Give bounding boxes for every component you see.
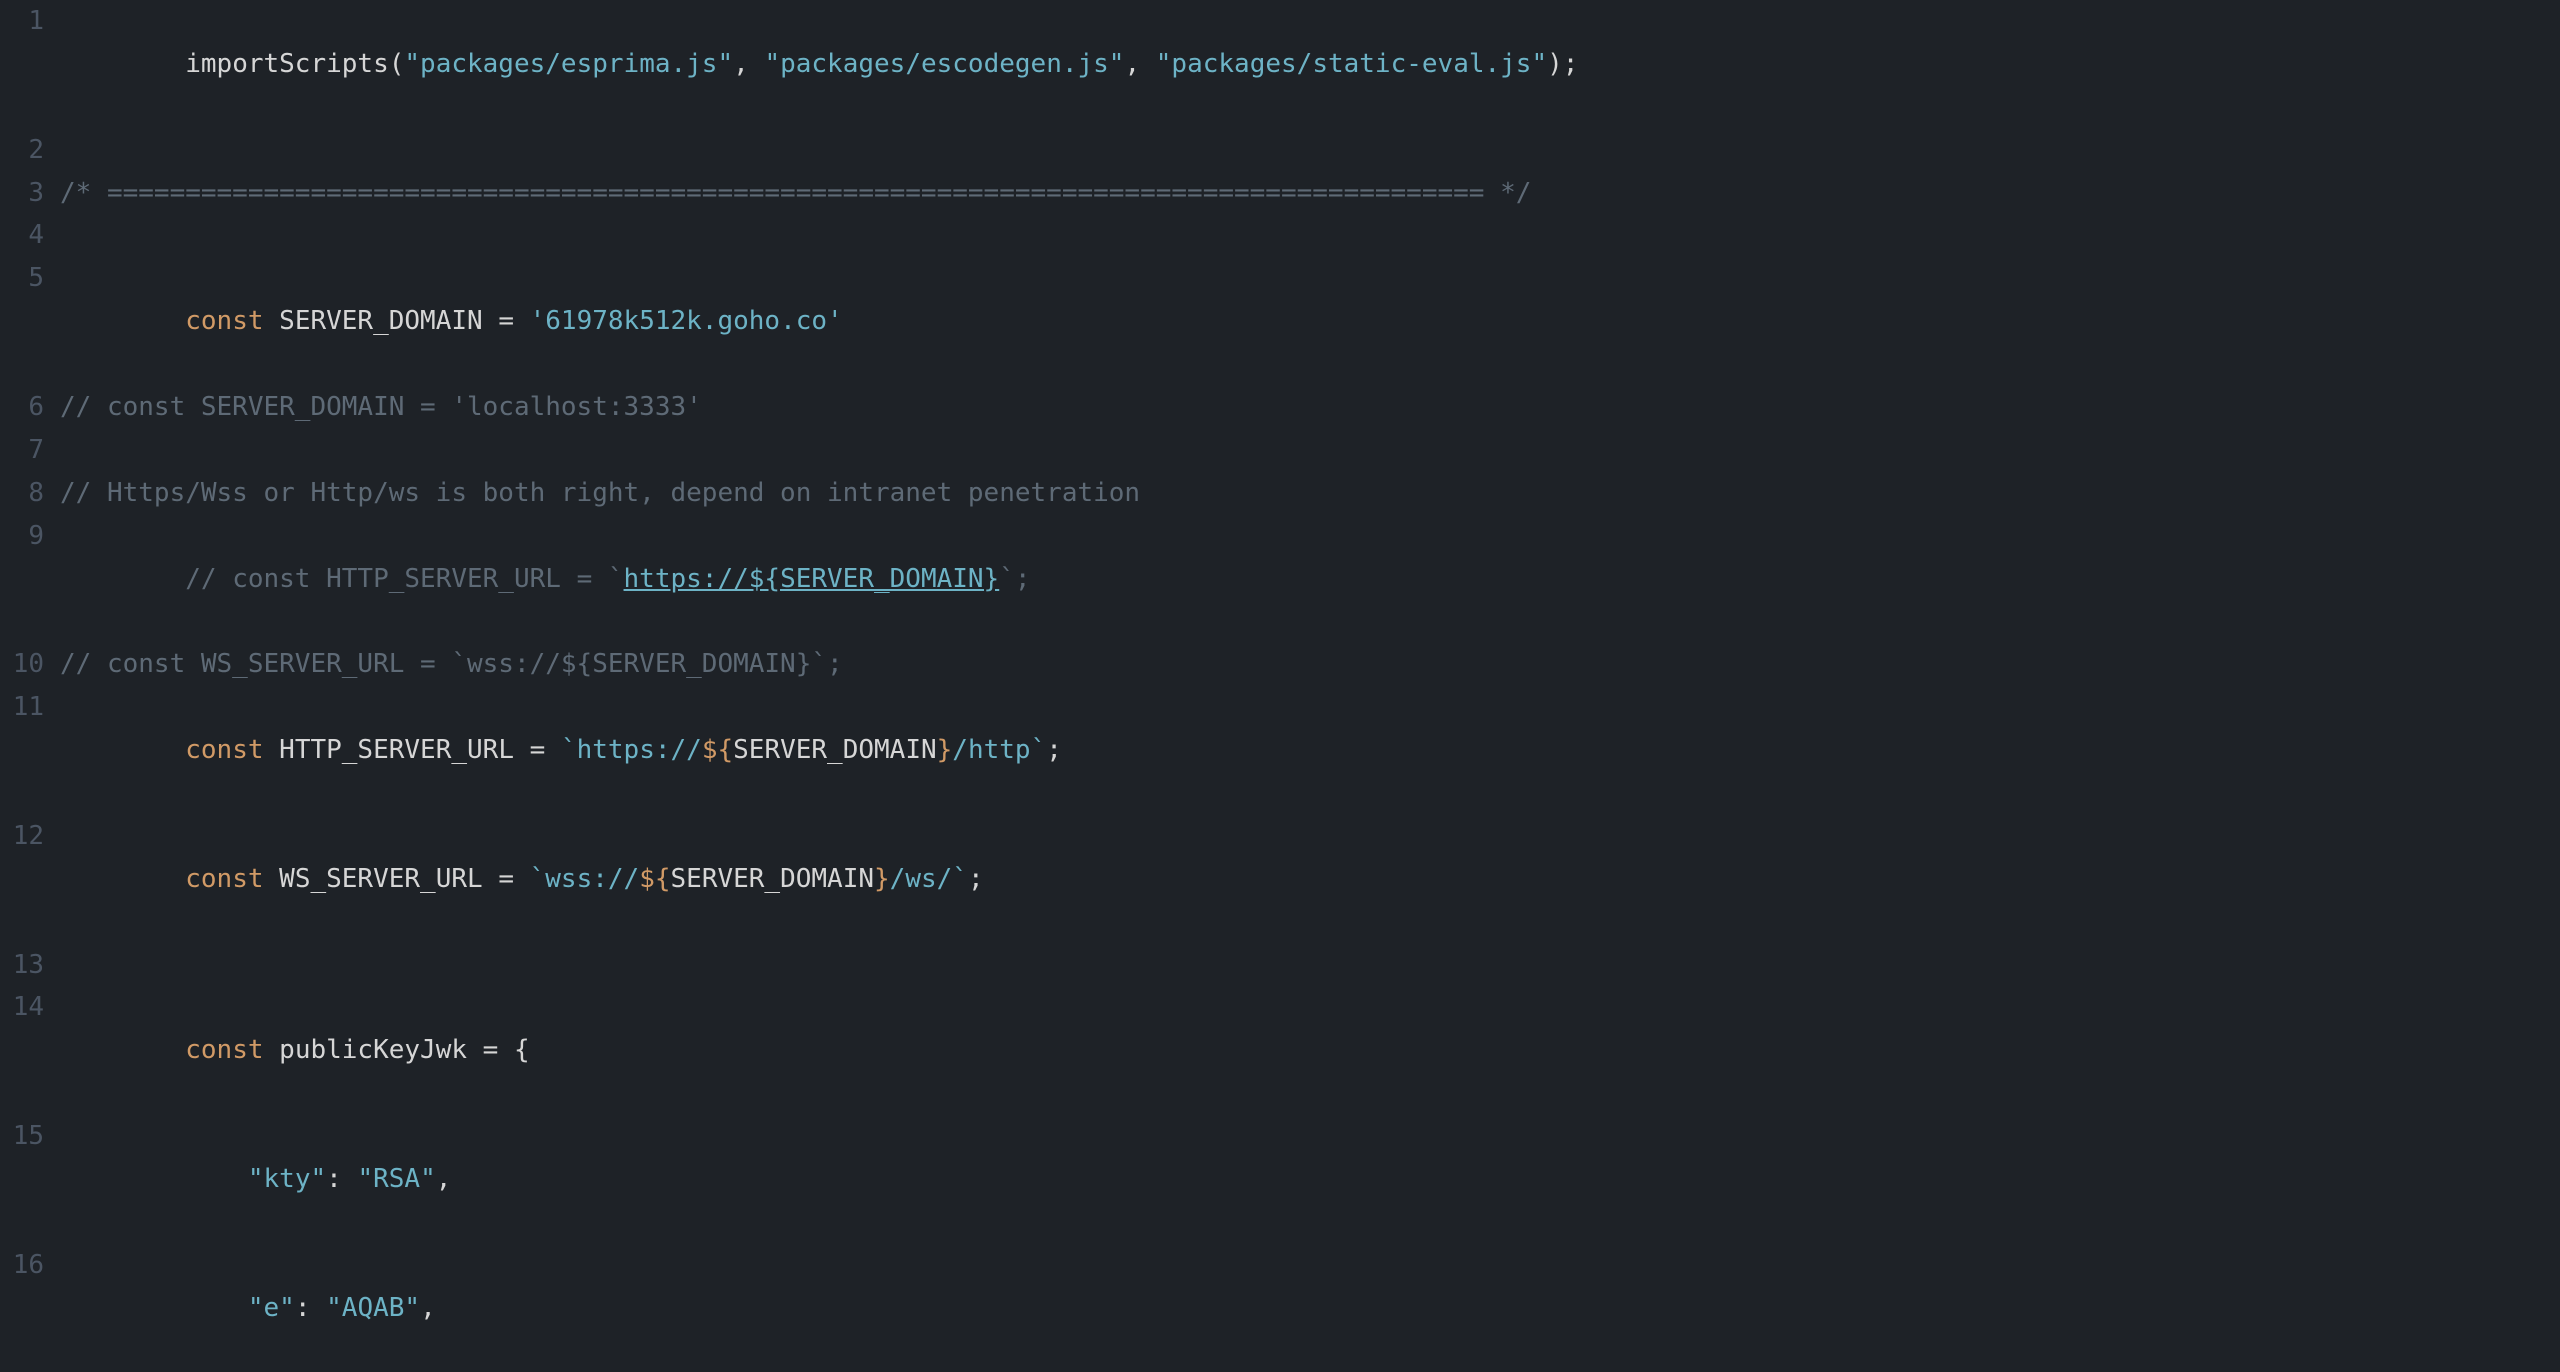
code-line[interactable]: 12 const WS_SERVER_URL = `wss://${SERVER… — [0, 815, 2560, 944]
code-line[interactable]: 15 "kty": "RSA", — [0, 1115, 2560, 1244]
line-number: 2 — [0, 129, 60, 172]
line-number: 16 — [0, 1244, 60, 1372]
object-key: "e" — [248, 1293, 295, 1323]
code-line[interactable]: 5 const SERVER_DOMAIN = '61978k512k.goho… — [0, 257, 2560, 386]
identifier: HTTP_SERVER_URL = — [264, 735, 561, 765]
string-literal: "packages/static-eval.js" — [1156, 49, 1547, 79]
line-number: 14 — [0, 986, 60, 1115]
line-number: 8 — [0, 472, 60, 515]
string-literal: `https:// — [561, 735, 702, 765]
keyword-const: const — [185, 864, 263, 894]
line-number: 11 — [0, 686, 60, 815]
code-area[interactable]: 1 importScripts("packages/esprima.js", "… — [0, 0, 2560, 1372]
string-literal: "RSA" — [357, 1164, 435, 1194]
url-link[interactable]: https://${SERVER_DOMAIN} — [624, 564, 1000, 594]
line-number: 10 — [0, 643, 60, 686]
code-line[interactable]: 14 const publicKeyJwk = { — [0, 986, 2560, 1115]
string-literal: `wss:// — [530, 864, 640, 894]
keyword-const: const — [185, 306, 263, 336]
line-number: 7 — [0, 429, 60, 472]
string-literal: "AQAB" — [326, 1293, 420, 1323]
comment: // const WS_SERVER_URL = `wss://${SERVER… — [60, 649, 843, 679]
code-line[interactable]: 1 importScripts("packages/esprima.js", "… — [0, 0, 2560, 129]
line-number: 1 — [0, 0, 60, 129]
comment: // const HTTP_SERVER_URL = ` — [185, 564, 623, 594]
line-number: 12 — [0, 815, 60, 944]
code-line[interactable]: 8 // Https/Wss or Http/ws is both right,… — [0, 472, 2560, 515]
code-line[interactable]: 4 — [0, 214, 2560, 257]
string-literal: '61978k512k.goho.co' — [530, 306, 843, 336]
line-number: 9 — [0, 515, 60, 644]
line-number: 15 — [0, 1115, 60, 1244]
line-number: 13 — [0, 944, 60, 987]
code-line[interactable]: 11 const HTTP_SERVER_URL = `https://${SE… — [0, 686, 2560, 815]
code-line[interactable]: 3 /* ===================================… — [0, 172, 2560, 215]
line-number: 4 — [0, 214, 60, 257]
comment: // const SERVER_DOMAIN = 'localhost:3333… — [60, 392, 702, 422]
string-literal: "packages/esprima.js" — [404, 49, 733, 79]
line-number: 3 — [0, 172, 60, 215]
code-line[interactable]: 6 // const SERVER_DOMAIN = 'localhost:33… — [0, 386, 2560, 429]
string-literal: "packages/escodegen.js" — [764, 49, 1124, 79]
keyword-const: const — [185, 1035, 263, 1065]
code-line[interactable]: 9 // const HTTP_SERVER_URL = `https://${… — [0, 515, 2560, 644]
identifier: WS_SERVER_URL = — [264, 864, 530, 894]
keyword-const: const — [185, 735, 263, 765]
code-line[interactable]: 10 // const WS_SERVER_URL = `wss://${SER… — [0, 643, 2560, 686]
line-number: 5 — [0, 257, 60, 386]
identifier: SERVER_DOMAIN = — [264, 306, 530, 336]
code-line[interactable]: 7 — [0, 429, 2560, 472]
code-line[interactable]: 16 "e": "AQAB", — [0, 1244, 2560, 1372]
comment: /* =====================================… — [60, 178, 1531, 208]
code-editor[interactable]: 1 importScripts("packages/esprima.js", "… — [0, 0, 2560, 1372]
comment: // Https/Wss or Http/ws is both right, d… — [60, 478, 1140, 508]
identifier: publicKeyJwk = { — [264, 1035, 530, 1065]
code-line[interactable]: 2 — [0, 129, 2560, 172]
function-call: importScripts — [185, 49, 389, 79]
object-key: "kty" — [248, 1164, 326, 1194]
line-number: 6 — [0, 386, 60, 429]
code-line[interactable]: 13 — [0, 944, 2560, 987]
